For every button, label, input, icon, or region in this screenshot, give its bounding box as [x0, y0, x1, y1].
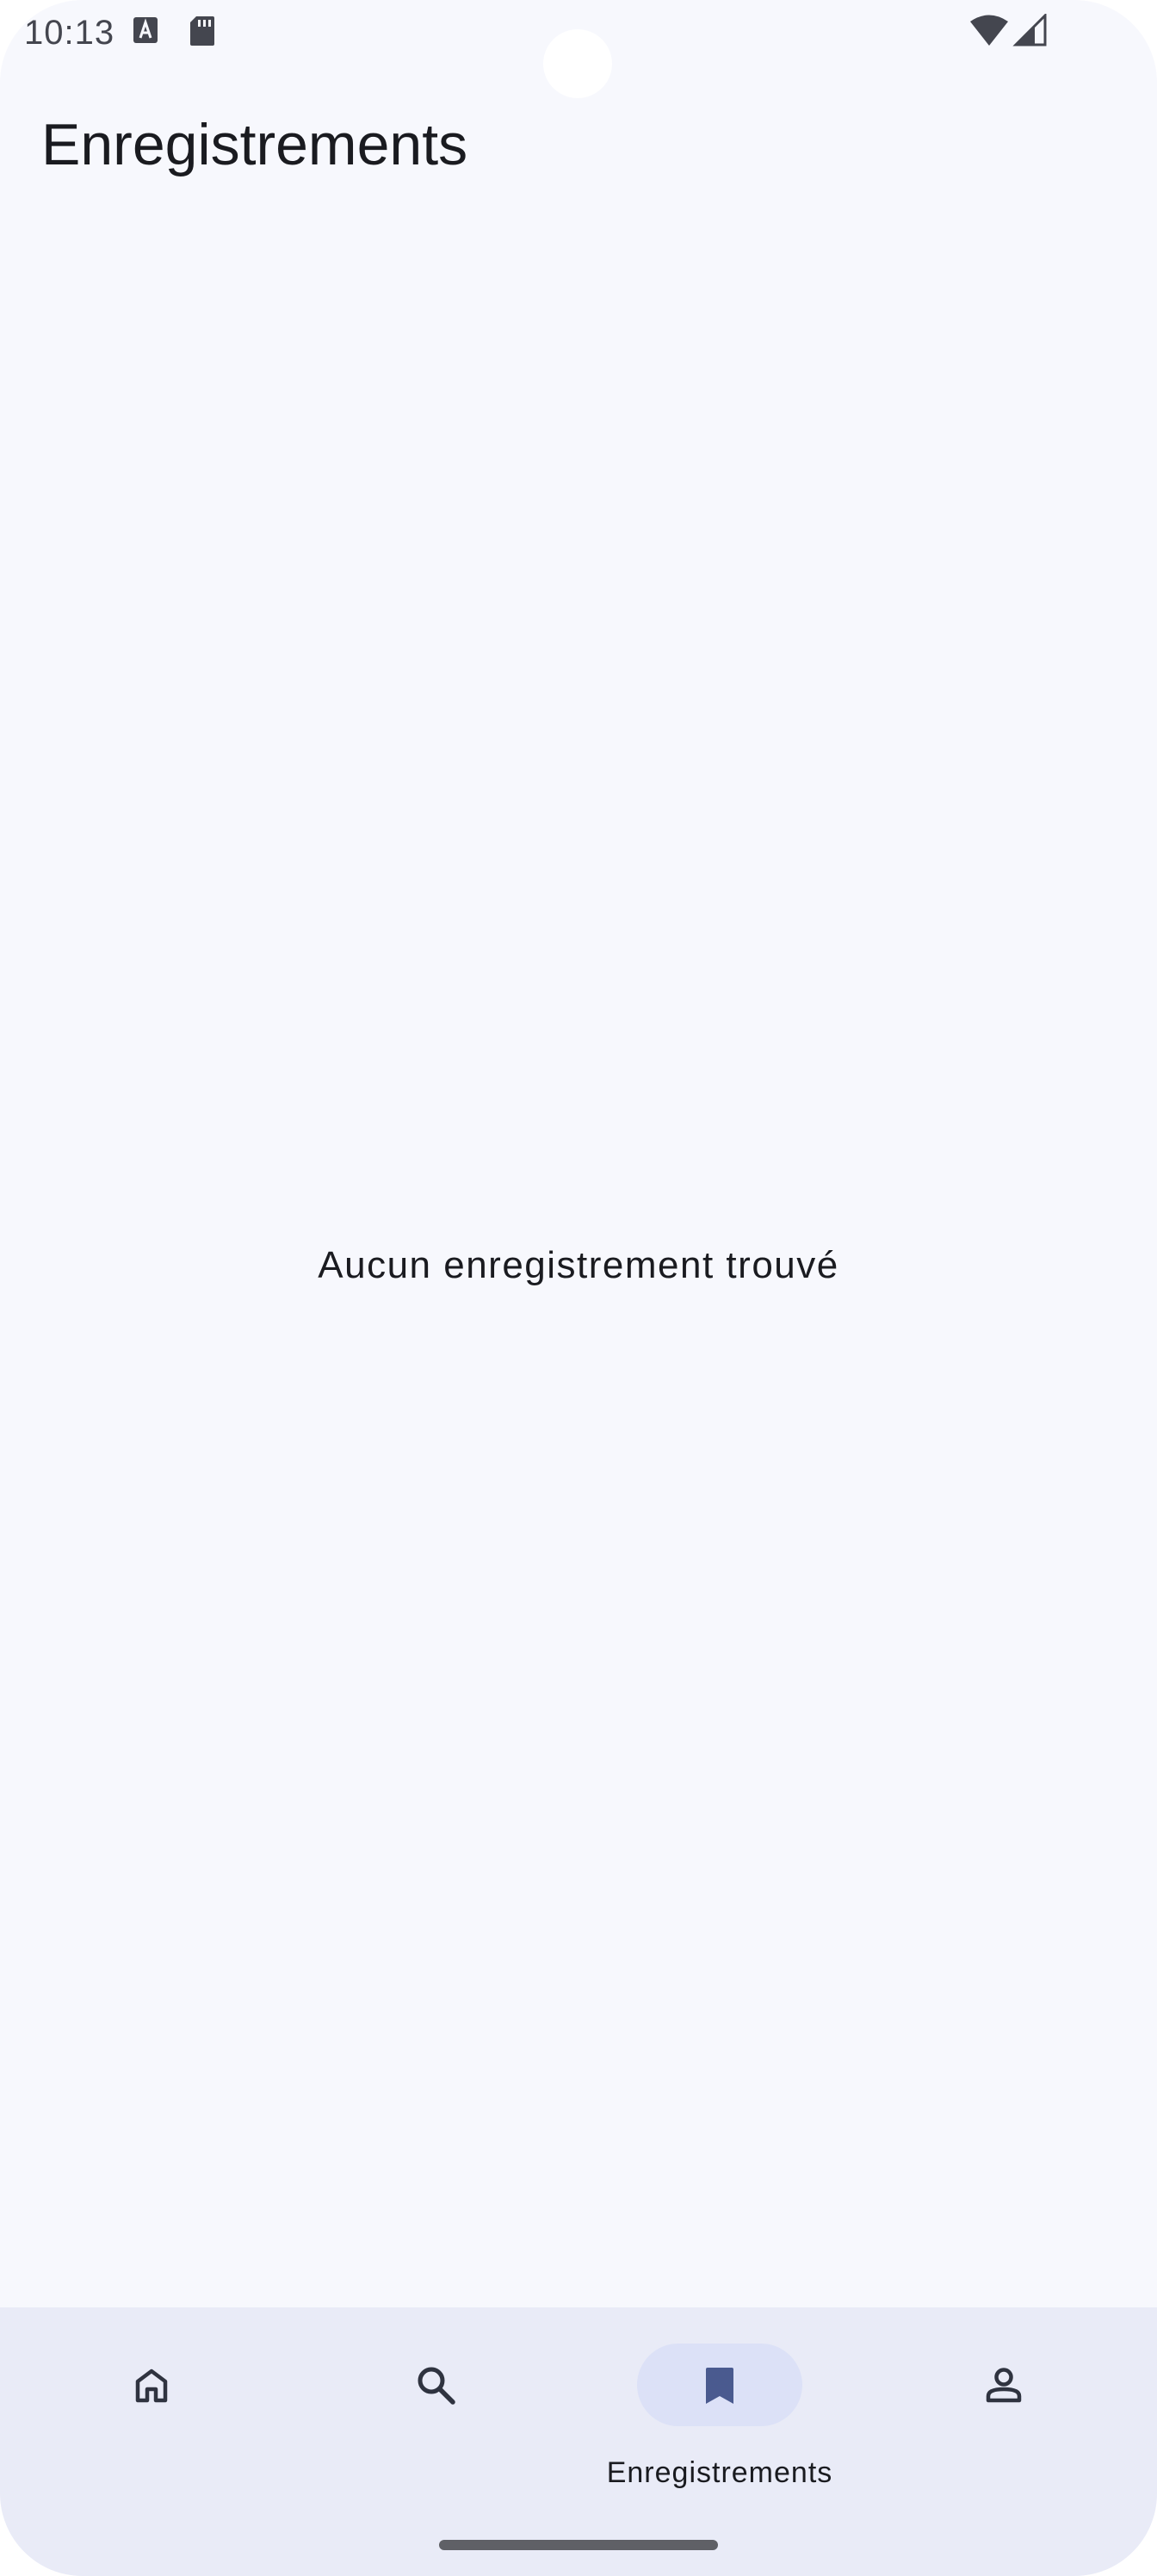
gesture-handle[interactable] [439, 2540, 718, 2550]
wifi-icon [969, 14, 1009, 51]
status-time: 10:13 [24, 14, 115, 52]
sd-card-icon [189, 15, 215, 51]
profile-icon [986, 2368, 1022, 2403]
search-icon [418, 2367, 455, 2405]
home-icon [135, 2369, 168, 2403]
bookmark-icon [706, 2368, 733, 2404]
nav-label-saved: Enregistrements [606, 2456, 833, 2489]
text-recognition-icon [133, 15, 158, 49]
nav-item-profile[interactable] [859, 2307, 1148, 2497]
bottom-navigation: Enregistrements [0, 2307, 1157, 2576]
app-screen: 10:13 Enregistrements Aucun enregistreme… [0, 0, 1157, 2576]
page-title: Enregistrements [41, 112, 468, 177]
nav-item-home[interactable] [7, 2307, 296, 2497]
cellular-signal-icon [1012, 12, 1047, 51]
camera-cutout [543, 29, 612, 98]
empty-state-message: Aucun enregistrement trouvé [318, 1244, 839, 1286]
status-bar: 10:13 [0, 0, 1157, 98]
nav-item-saved[interactable]: Enregistrements [575, 2307, 864, 2497]
nav-item-search[interactable] [291, 2307, 580, 2497]
